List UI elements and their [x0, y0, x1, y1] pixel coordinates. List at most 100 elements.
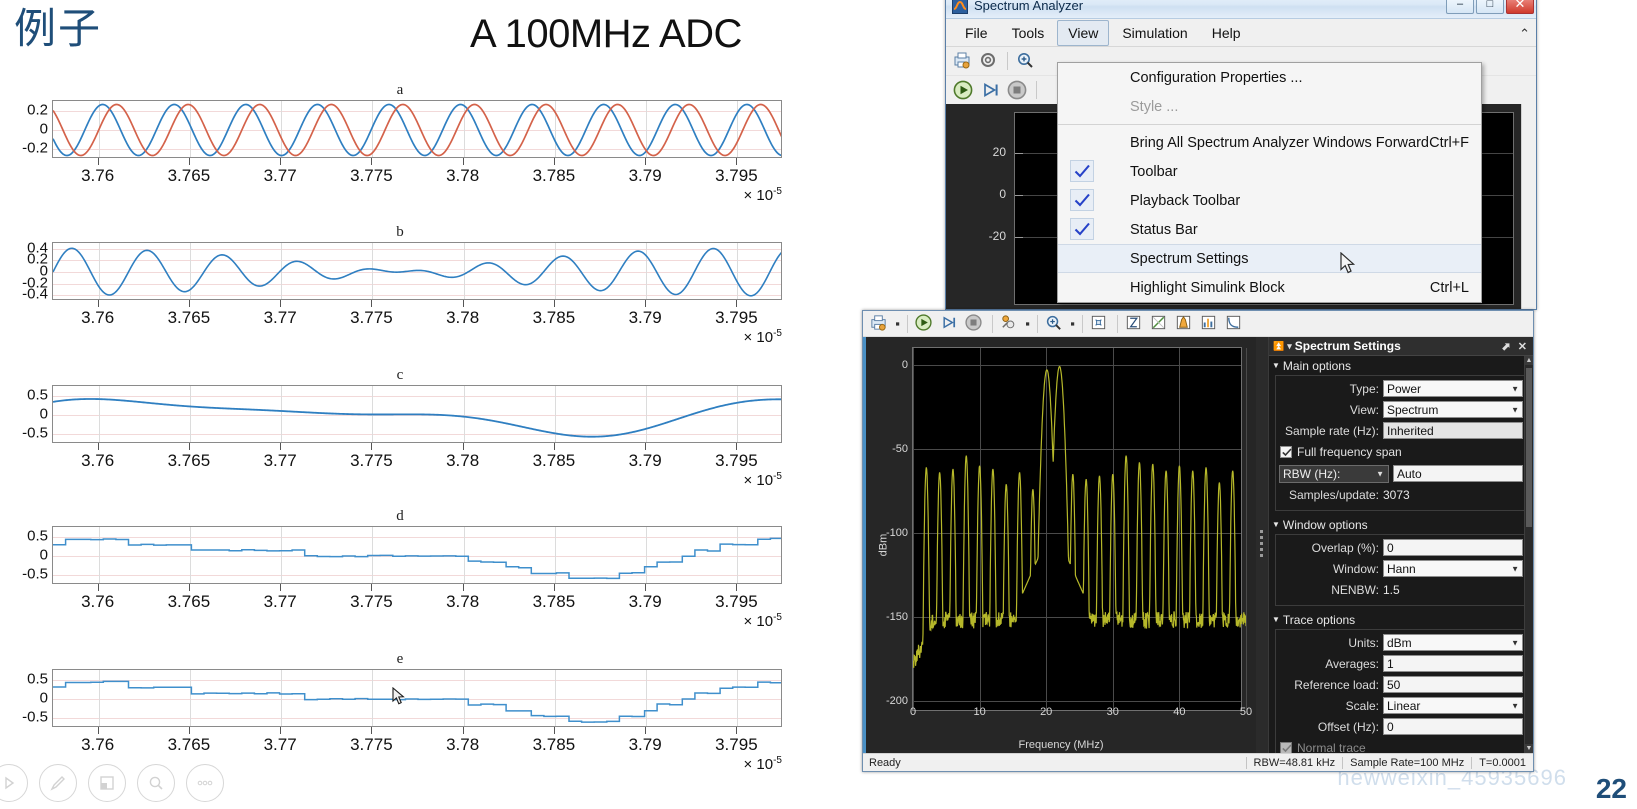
step-forward-icon[interactable]: [979, 79, 1001, 101]
pen-control[interactable]: [39, 764, 77, 802]
more-control[interactable]: [186, 764, 224, 802]
menu-help[interactable]: Help: [1201, 20, 1252, 46]
xtick-label: 3.79: [628, 592, 662, 611]
checkbox-normal-trace[interactable]: Normal trace: [1280, 738, 1523, 753]
sep-3: [1037, 314, 1038, 333]
xtick-mark: [462, 584, 464, 591]
settings-section-main-options[interactable]: ▼ Main options: [1269, 356, 1533, 375]
dropdown-dot-1[interactable]: ▪: [894, 313, 901, 335]
spectrum-settings-panel[interactable]: ⏫ ▾ Spectrum Settings ⬈ ✕ ▼ Main options T…: [1268, 337, 1533, 753]
run-icon[interactable]: [952, 79, 974, 101]
view-dropdown-menu[interactable]: Configuration Properties ... Style ... Bri…: [1057, 62, 1482, 303]
plot-a-yticks: 0.2 0 -0.2: [0, 100, 48, 158]
xtick-mark: [462, 158, 464, 165]
scale-axes-icon[interactable]: [1089, 313, 1111, 335]
scroll-down-arrow[interactable]: ▼: [1525, 744, 1533, 753]
dropdown-dot-3[interactable]: ▪: [1069, 313, 1076, 335]
checkbox-full-frequency-span[interactable]: Full frequency span: [1280, 442, 1523, 461]
splitter-grip-icon: [1260, 530, 1263, 560]
xtick-label: 3.775: [350, 592, 393, 611]
spectrum-analyzer-window-front[interactable]: ▪ ▪ ▪ dBm 0 -50 -100 -150 -200 0 10 20 3…: [862, 310, 1534, 772]
view-menu-item-status-bar[interactable]: Status Bar: [1058, 215, 1481, 244]
rbw-mode-label: RBW (Hz):: [1283, 466, 1341, 481]
rbw-mode-select[interactable]: RBW (Hz): ▼: [1279, 464, 1389, 483]
menu-tools[interactable]: Tools: [1001, 20, 1056, 46]
chevron-collapse-icon[interactable]: ⌃: [1519, 26, 1530, 42]
minimize-button[interactable]: –: [1446, 0, 1474, 14]
settings-scrollbar[interactable]: ▲ ▼: [1524, 356, 1533, 753]
caret-down-icon[interactable]: ▾: [1287, 341, 1292, 352]
stop-icon[interactable]: [1006, 79, 1028, 101]
window-buttons[interactable]: – □ ✕: [1446, 0, 1534, 14]
front-window-toolbar[interactable]: ▪ ▪ ▪: [863, 311, 1533, 337]
view-menu-item-configuration-properties[interactable]: Configuration Properties ...: [1058, 63, 1481, 92]
field-select[interactable]: Power ▼: [1383, 380, 1523, 397]
field-input[interactable]: 1: [1383, 655, 1523, 672]
settings-section-trace-options[interactable]: ▼ Trace options: [1269, 610, 1533, 629]
ccdf-icon[interactable]: [1224, 313, 1246, 335]
maximize-button[interactable]: □: [1476, 0, 1504, 14]
simulation-stepping-icon[interactable]: [999, 313, 1021, 335]
field-input[interactable]: 50: [1383, 676, 1523, 693]
layout-control[interactable]: [88, 764, 126, 802]
checkbox-icon[interactable]: [1280, 445, 1292, 458]
panel-splitter[interactable]: [1256, 337, 1268, 753]
window-titlebar[interactable]: Spectrum Analyzer – □ ✕: [946, 0, 1536, 19]
distortion-measurement-icon[interactable]: [1199, 313, 1221, 335]
menu-file[interactable]: File: [954, 20, 999, 46]
plot-a-axes: [52, 100, 782, 158]
cursor-measurement-icon[interactable]: [1124, 313, 1146, 335]
view-menu-item-bring-all-spectrum-analyzer-windows-forward[interactable]: Bring All Spectrum Analyzer Windows Forw…: [1058, 128, 1481, 157]
menu-item-label: Playback Toolbar: [1130, 192, 1241, 209]
sep-2: [992, 314, 993, 333]
slide-title-english: A 100MHz ADC: [470, 12, 742, 56]
field-input[interactable]: 0: [1383, 718, 1523, 735]
print-icon[interactable]: [952, 50, 974, 72]
spectrum-plot-panel[interactable]: dBm 0 -50 -100 -150 -200 0 10 20 30 40 50 Frequen…: [863, 337, 1256, 753]
play-control[interactable]: [0, 764, 28, 802]
minimize-glyph: –: [1456, 0, 1464, 10]
field-select[interactable]: Linear ▼: [1383, 697, 1523, 714]
slide-title-chinese: 例子: [14, 4, 103, 53]
rbw-row[interactable]: RBW (Hz): ▼ Auto: [1279, 464, 1523, 483]
field-input[interactable]: 0: [1383, 539, 1523, 556]
field-select[interactable]: Spectrum ▼: [1383, 401, 1523, 418]
configuration-icon[interactable]: [978, 50, 1000, 72]
peak-finder-icon[interactable]: [1149, 313, 1171, 335]
settings-panel-header[interactable]: ⏫ ▾ Spectrum Settings ⬈ ✕: [1269, 337, 1533, 356]
view-menu-item-highlight-simulink-block[interactable]: Highlight Simulink Block Ctrl+L: [1058, 273, 1481, 302]
checkbox-icon[interactable]: [1280, 741, 1292, 753]
view-menu-item-toolbar[interactable]: Toolbar: [1058, 157, 1481, 186]
view-menu-item-spectrum-settings[interactable]: Spectrum Settings: [1058, 244, 1481, 273]
xtick-label: 3.765: [167, 166, 211, 185]
view-menu-item-playback-toolbar[interactable]: Playback Toolbar: [1058, 186, 1481, 215]
menu-view[interactable]: View: [1057, 19, 1110, 46]
spectrum-axes[interactable]: [912, 347, 1247, 711]
zoom-in-icon[interactable]: [1044, 313, 1066, 335]
field-overlap: Overlap (%): 0: [1279, 538, 1523, 557]
field-select[interactable]: Hann ▼: [1383, 560, 1523, 577]
slide-control-bar[interactable]: [0, 761, 240, 805]
menu-simulation[interactable]: Simulation: [1111, 20, 1198, 46]
pin-icon[interactable]: ⏫: [1273, 341, 1284, 352]
run-icon[interactable]: [914, 313, 936, 335]
field-select[interactable]: dBm ▼: [1383, 634, 1523, 651]
zoom-control[interactable]: [137, 764, 175, 802]
x-axis-exponent: × 10-5: [743, 755, 782, 773]
settings-header-buttons[interactable]: ⬈ ✕: [1502, 340, 1530, 353]
rbw-value-input[interactable]: Auto: [1393, 465, 1523, 482]
scroll-thumb[interactable]: [1526, 368, 1532, 527]
zoom-in-icon[interactable]: [1015, 50, 1037, 72]
settings-section-window-options[interactable]: ▼ Window options: [1269, 515, 1533, 534]
menu-bar[interactable]: File Tools View Simulation Help ⌃: [946, 19, 1536, 47]
step-forward-icon[interactable]: [939, 313, 961, 335]
menu-item-label: Status Bar: [1130, 221, 1198, 238]
window-vertical-scrollbar[interactable]: [1521, 104, 1536, 309]
stop-icon[interactable]: [964, 313, 986, 335]
dropdown-dot-2[interactable]: ▪: [1024, 313, 1031, 335]
scroll-up-arrow[interactable]: ▲: [1525, 356, 1533, 365]
x-axis-exponent: × 10-5: [743, 471, 782, 489]
print-icon[interactable]: [869, 313, 891, 335]
channel-measurement-icon[interactable]: [1174, 313, 1196, 335]
close-button[interactable]: ✕: [1506, 0, 1534, 14]
